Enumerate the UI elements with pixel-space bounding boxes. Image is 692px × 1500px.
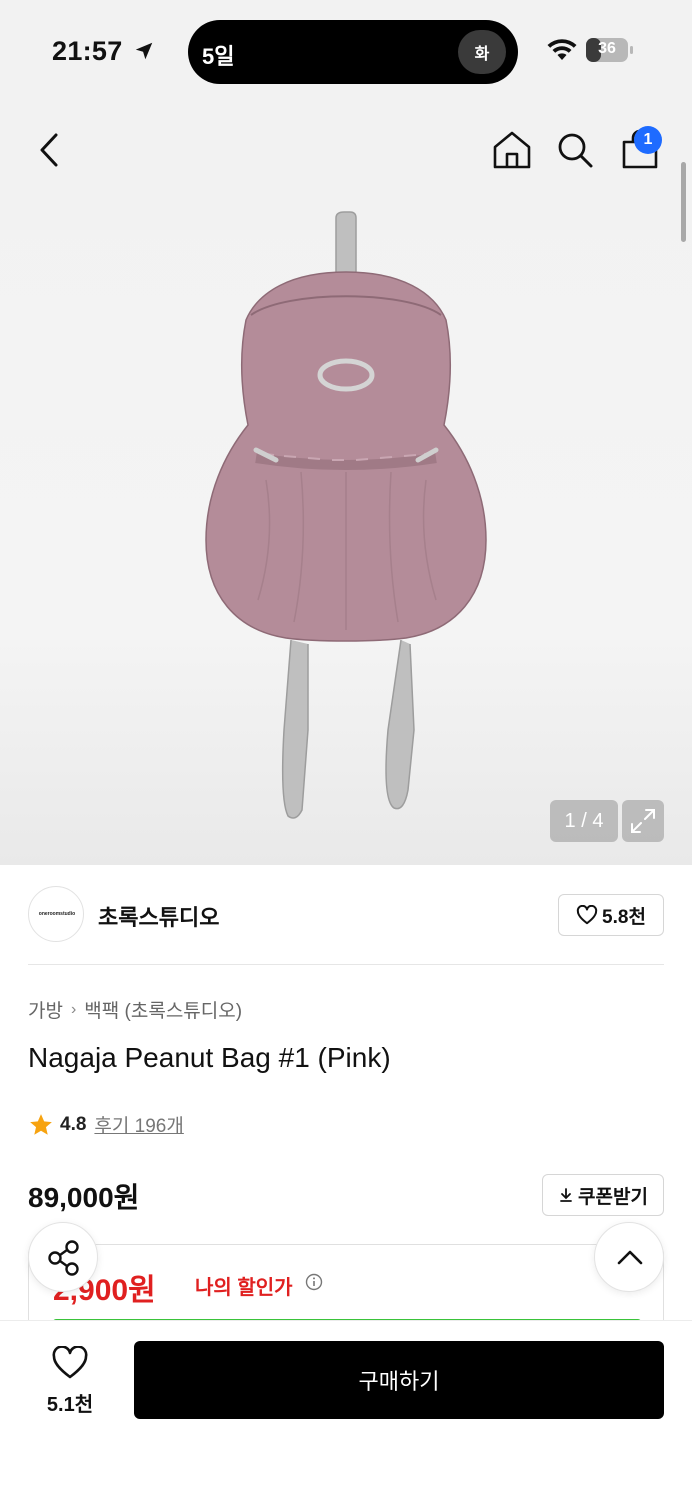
image-counter: 1 / 4 [550, 800, 618, 842]
brand-name[interactable]: 초록스튜디오 [98, 900, 219, 932]
search-icon[interactable] [556, 131, 594, 169]
product-image[interactable] [196, 210, 496, 822]
battery-icon: 36 [586, 38, 628, 62]
home-icon[interactable] [492, 130, 532, 170]
coupon-label: 쿠폰받기 [578, 1186, 648, 1208]
brand-logo-wordmark: oneroomstudio [38, 911, 76, 917]
status-time: 21:57 [52, 36, 123, 66]
cart-count-badge: 1 [634, 126, 662, 154]
wifi-icon [547, 39, 577, 60]
back-arrow-icon[interactable] [34, 131, 66, 169]
coupon-button[interactable]: 쿠폰받기 [542, 1174, 664, 1216]
battery-percent: 36 [598, 40, 616, 57]
expand-icon[interactable] [622, 800, 664, 842]
wishlist-button[interactable]: 5.1천 [28, 1342, 112, 1418]
rating-row: 4.8 후기 196개 [28, 1111, 184, 1138]
status-bar: 21:57 5일 화 36 [0, 0, 692, 100]
island-weekday: 화 [458, 30, 506, 74]
breadcrumb-subcategory[interactable]: 백팩 (초록스튜디오) [84, 996, 242, 1023]
brand-like-count: 5.8천 [602, 906, 646, 928]
reviews-link[interactable]: 후기 196개 [94, 1111, 183, 1138]
chevron-up-icon [617, 1250, 643, 1265]
scroll-to-top-button[interactable] [594, 1222, 664, 1292]
rating-score: 4.8 [60, 1113, 87, 1135]
breadcrumb: 가방 › 백팩 (초록스튜디오) [28, 996, 242, 1023]
divider [28, 964, 664, 965]
product-title: Nagaja Peanut Bag #1 (Pink) [28, 1042, 391, 1073]
product-price: 89,000원 [28, 1182, 140, 1213]
discount-label: 나의 할인가 [195, 1277, 293, 1299]
location-arrow-icon [135, 42, 153, 60]
share-icon [48, 1240, 79, 1276]
brand-logo[interactable]: oneroomstudio [28, 886, 84, 942]
buy-button[interactable]: 구매하기 [134, 1341, 664, 1419]
island-date: 5일 [202, 44, 235, 69]
wishlist-count: 5.1천 [46, 1394, 94, 1416]
star-icon [30, 1113, 52, 1135]
heart-icon [52, 1346, 88, 1379]
info-icon[interactable] [305, 1273, 323, 1291]
scrollbar[interactable] [681, 162, 686, 242]
breadcrumb-category[interactable]: 가방 [28, 996, 63, 1023]
download-icon [560, 1188, 572, 1202]
brand-like-button[interactable]: 5.8천 [558, 894, 664, 936]
heart-icon [576, 905, 598, 925]
dynamic-island[interactable]: 5일 화 [188, 20, 518, 84]
battery-tip [630, 46, 633, 54]
chevron-right-icon: › [70, 1000, 77, 1018]
share-button[interactable] [28, 1222, 98, 1292]
